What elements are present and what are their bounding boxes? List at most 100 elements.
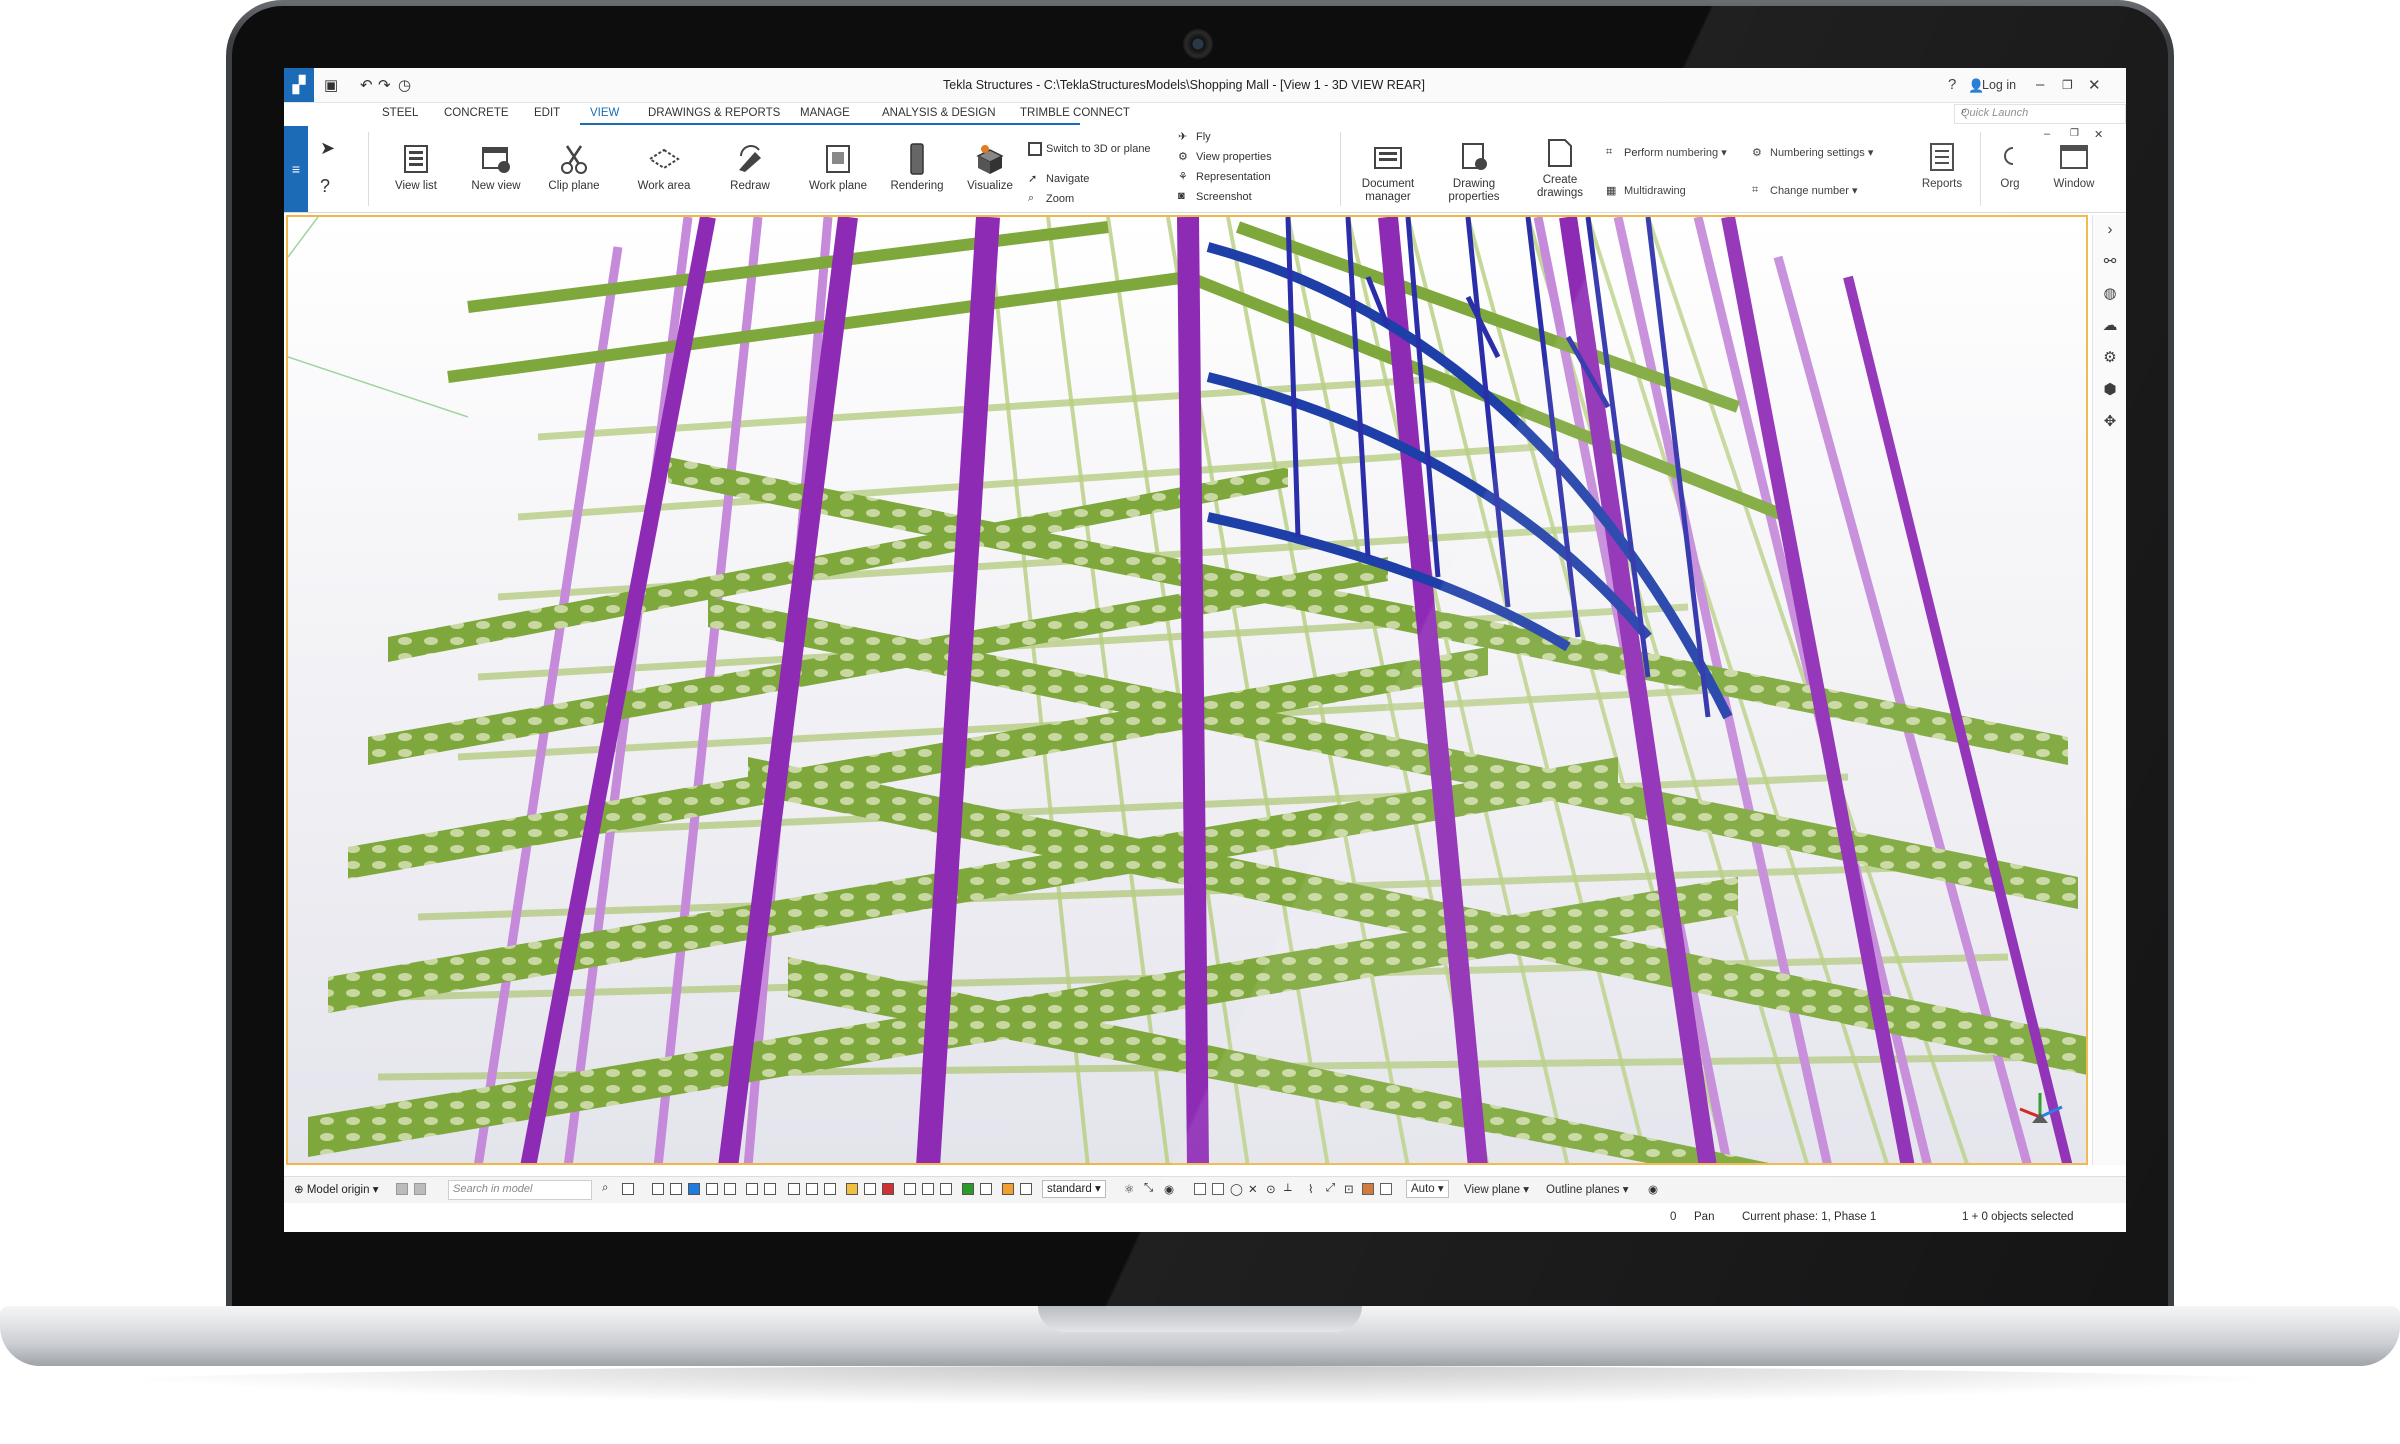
tab-trimble-connect[interactable]: TRIMBLE CONNECT <box>1020 107 1130 119</box>
tab-view[interactable]: VIEW <box>590 107 619 119</box>
select-surfaces-icon[interactable] <box>688 1183 700 1195</box>
clip-plane-button[interactable]: Clip plane <box>534 142 614 192</box>
work-area-button[interactable]: Work area <box>614 142 714 192</box>
snap-points-icon[interactable]: ◯ <box>1230 1182 1243 1196</box>
search-icon[interactable]: ⌕ <box>602 1182 608 1195</box>
auto-dropdown[interactable]: Auto ▾ <box>1406 1180 1449 1198</box>
select-cuts-icon[interactable] <box>806 1183 818 1195</box>
standard-dropdown[interactable]: standard ▾ <box>1042 1180 1106 1198</box>
select-loads-icon[interactable] <box>940 1183 952 1195</box>
screenshot-button[interactable]: ◙ Screenshot <box>1178 190 1252 204</box>
snap-settings-icon[interactable]: ⚛ <box>1124 1182 1134 1196</box>
select-points-icon[interactable] <box>706 1183 718 1195</box>
select-help-icon[interactable]: ? <box>320 176 330 197</box>
select-rebars-icon[interactable] <box>864 1183 876 1195</box>
ribbon-close-icon[interactable]: ✕ <box>2094 128 2103 141</box>
view-list-button[interactable]: View list <box>376 142 456 192</box>
snap-midpoints-icon[interactable]: ⟂ <box>1284 1182 1292 1195</box>
visibility-eye-icon[interactable]: ◉ <box>1648 1182 1658 1196</box>
history-icon[interactable]: ◷ <box>398 76 411 94</box>
reports-button[interactable]: Reports <box>1912 140 1972 190</box>
ribbon-minimize-icon[interactable]: – <box>2044 128 2050 140</box>
select-planes-icon[interactable] <box>980 1183 992 1195</box>
zoom-button[interactable]: ⌕ Zoom <box>1028 192 1074 206</box>
select-components-icon[interactable] <box>746 1183 758 1195</box>
view-properties-button[interactable]: ⚙ View properties <box>1178 150 1272 164</box>
select-tasks-icon[interactable] <box>1020 1183 1032 1195</box>
snap-cursor-icon[interactable]: ⤡ <box>1144 1182 1153 1195</box>
rendering-button[interactable]: Rendering <box>872 142 962 192</box>
select-objects-icon[interactable] <box>904 1183 916 1195</box>
search-model-input[interactable]: Search in model <box>448 1180 592 1200</box>
restore-icon[interactable]: ❐ <box>2062 78 2073 92</box>
redraw-button[interactable]: Redraw <box>710 142 790 192</box>
change-number-button[interactable]: ⌗ Change number ▾ <box>1752 184 1857 198</box>
cloud-icon[interactable]: ☁ <box>2101 317 2119 335</box>
shapes-icon[interactable]: ✥ <box>2101 413 2119 431</box>
select-views-icon[interactable] <box>824 1183 836 1195</box>
side-panel-toggle[interactable]: ≡ <box>284 126 308 212</box>
drawing-properties-button[interactable]: Drawing properties <box>1434 140 1514 204</box>
select-filter-icon[interactable] <box>922 1183 934 1195</box>
snap-geometry-icon[interactable] <box>1212 1183 1224 1195</box>
redo-icon[interactable]: ↷ <box>378 76 391 94</box>
gear-icon[interactable]: ⚙ <box>2101 349 2119 367</box>
select-welds-icon[interactable] <box>724 1183 736 1195</box>
remove-icon[interactable] <box>414 1183 426 1195</box>
snap-free-icon[interactable] <box>1380 1183 1392 1195</box>
document-manager-button[interactable]: Document manager <box>1348 140 1428 204</box>
outline-planes-dropdown[interactable]: Outline planes ▾ <box>1546 1182 1629 1196</box>
status-phase[interactable]: Current phase: 1, Phase 1 <box>1742 1211 1876 1223</box>
select-bolts-icon[interactable] <box>788 1183 800 1195</box>
select-all-icon[interactable] <box>652 1183 664 1195</box>
login-link[interactable]: Log in <box>1982 78 2016 92</box>
save-icon[interactable]: ▣ <box>324 76 338 94</box>
select-nested-icon[interactable] <box>1002 1183 1014 1195</box>
navigate-button[interactable]: ➚ Navigate <box>1028 172 1089 186</box>
tab-edit[interactable]: EDIT <box>534 107 560 119</box>
multidrawing-button[interactable]: ▦ Multidrawing <box>1606 184 1686 198</box>
select-pours-icon[interactable] <box>962 1183 974 1195</box>
snap-eye-icon[interactable]: ◉ <box>1164 1182 1174 1196</box>
snap-line-icon[interactable] <box>1362 1183 1374 1195</box>
tab-manage[interactable]: MANAGE <box>800 107 850 119</box>
model-origin-dropdown[interactable]: ⊕ Model origin ▾ <box>294 1182 378 1196</box>
representation-button[interactable]: ⚘ Representation <box>1178 170 1271 184</box>
tab-steel[interactable]: STEEL <box>382 107 418 119</box>
undo-icon[interactable]: ↶ <box>360 76 373 94</box>
create-drawings-button[interactable]: Create drawings <box>1520 136 1600 200</box>
snap-reference-lines-icon[interactable] <box>1194 1183 1206 1195</box>
cube-icon[interactable]: ⬢ <box>2101 381 2119 399</box>
add-icon[interactable] <box>396 1183 408 1195</box>
select-grids-icon[interactable] <box>764 1183 776 1195</box>
visualize-button[interactable]: Visualize <box>950 142 1030 192</box>
select-arrow-icon[interactable]: ➤ <box>320 138 335 159</box>
tekla-logo-icon[interactable]: ▞ <box>284 68 314 102</box>
new-view-button[interactable]: New view <box>456 142 536 192</box>
numbering-settings-button[interactable]: ⚙ Numbering settings ▾ <box>1752 146 1873 160</box>
snap-centers-icon[interactable]: ⊙ <box>1266 1182 1276 1196</box>
ribbon-restore-icon[interactable]: ❐ <box>2070 128 2079 139</box>
window-button[interactable]: Window <box>2044 140 2104 190</box>
chevron-right-icon[interactable]: › <box>2101 221 2119 239</box>
select-assemblies-icon[interactable] <box>846 1183 858 1195</box>
help-icon[interactable]: ? <box>1948 76 1956 93</box>
quick-launch-input[interactable]: Quick Launch ⌕ <box>1954 104 2126 124</box>
org-button[interactable]: Org <box>1990 140 2030 190</box>
select-parts-icon[interactable] <box>670 1183 682 1195</box>
select-reference-icon[interactable] <box>882 1183 894 1195</box>
snap-extension-icon[interactable]: ⊡ <box>1344 1182 1354 1196</box>
snap-perpendicular-icon[interactable]: ⤢ <box>1326 1182 1335 1195</box>
snap-end-points-icon[interactable]: ✕ <box>1248 1182 1258 1196</box>
perform-numbering-button[interactable]: ⌗ Perform numbering ▾ <box>1606 146 1727 160</box>
view-plane-dropdown[interactable]: View plane ▾ <box>1464 1182 1529 1196</box>
model-viewport-3d[interactable] <box>286 215 2088 1165</box>
globe-icon[interactable]: ◍ <box>2101 285 2119 303</box>
tab-concrete[interactable]: CONCRETE <box>444 107 509 119</box>
tab-analysis-design[interactable]: ANALYSIS & DESIGN <box>882 107 996 119</box>
link-icon[interactable]: ⚯ <box>2101 253 2119 271</box>
tab-drawings-reports[interactable]: DRAWINGS & REPORTS <box>648 107 780 119</box>
clear-search-icon[interactable] <box>622 1183 634 1195</box>
switch-3d-plane-button[interactable]: Switch to 3D or plane <box>1028 142 1151 156</box>
close-icon[interactable]: ✕ <box>2088 76 2101 94</box>
